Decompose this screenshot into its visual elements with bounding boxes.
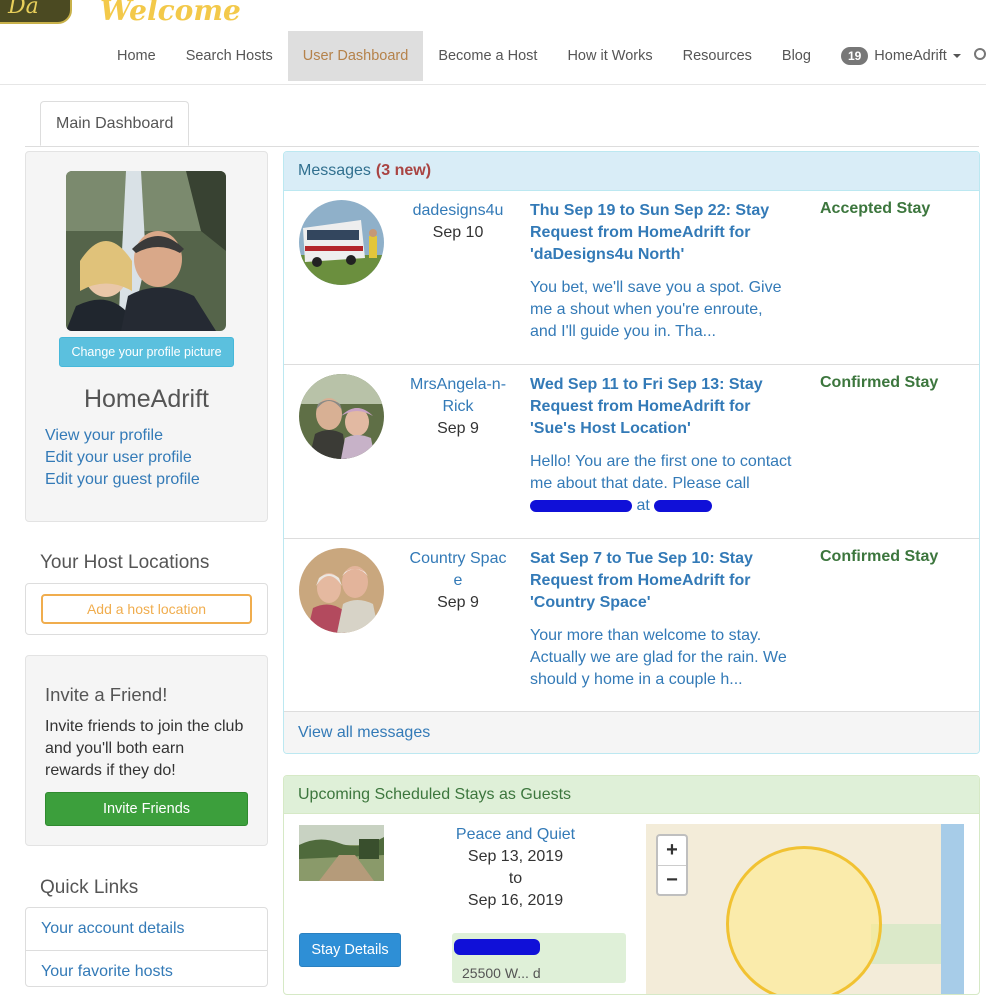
sender-name[interactable]: MrsAngela-n-Rick: [410, 376, 506, 415]
sender-avatar[interactable]: [299, 548, 384, 633]
nav-resources[interactable]: Resources: [668, 31, 767, 81]
invite-card: Invite a Friend! Invite friends to join …: [25, 655, 268, 846]
profile-name: HomeAdrift: [83, 385, 210, 413]
stay-map[interactable]: + −: [646, 824, 964, 994]
sender-name[interactable]: dadesigns4u: [413, 202, 504, 219]
profile-picture: [66, 171, 226, 331]
profile-card: Change your profile picture HomeAdrift V…: [25, 151, 268, 522]
notification-badge: 19: [840, 47, 869, 65]
quick-link-account-details[interactable]: Your account details: [26, 908, 267, 951]
stay-to-word: to: [508, 870, 523, 887]
invite-title: Invite a Friend!: [45, 684, 168, 705]
message-status: Accepted Stay: [820, 200, 931, 217]
messages-panel: Messages (3 new) dadesigns4u Sep 10 Thu …: [283, 151, 980, 754]
site-header: Da Welcome Home Search Hosts User Dashbo…: [0, 0, 986, 85]
change-profile-picture-button[interactable]: Change your profile picture: [59, 337, 234, 367]
new-messages-count: (3 new): [375, 162, 432, 179]
quick-links-panel: Your account details Your favorite hosts: [25, 907, 268, 987]
message-row[interactable]: Country Space Sep 9 Sat Sep 7 to Tue Sep…: [284, 538, 979, 713]
map-zoom-control: + −: [656, 834, 688, 896]
host-locations-title: Your Host Locations: [40, 552, 210, 573]
main-nav: Home Search Hosts User Dashboard Become …: [102, 31, 976, 81]
host-locations-panel: Add a host location: [25, 583, 268, 635]
message-date: Sep 9: [437, 594, 479, 611]
message-preview[interactable]: Hello! You are the first one to contact …: [530, 451, 792, 517]
sender-avatar[interactable]: [299, 200, 384, 285]
sender-avatar[interactable]: [299, 374, 384, 459]
redacted-mark: [530, 499, 632, 512]
redacted-mark: [454, 939, 540, 955]
caret-down-icon: [952, 54, 961, 58]
upcoming-stays-title: Upcoming Scheduled Stays as Guests: [284, 776, 979, 814]
messages-title: Messages: [298, 162, 371, 179]
site-logo[interactable]: Da: [0, 0, 72, 24]
map-water: [941, 824, 964, 994]
message-subject[interactable]: Wed Sep 11 to Fri Sep 13: Stay Request f…: [530, 374, 790, 440]
user-menu-name: HomeAdrift: [874, 48, 947, 64]
message-preview-text: Hello! You are the first one to contact …: [530, 453, 792, 492]
invite-friends-button[interactable]: Invite Friends: [45, 792, 248, 826]
message-status: Confirmed Stay: [820, 548, 939, 565]
zoom-in-button[interactable]: +: [658, 836, 686, 865]
message-preview[interactable]: Your more than welcome to stay. Actually…: [530, 625, 792, 691]
upcoming-stays-panel: Upcoming Scheduled Stays as Guests Peace…: [283, 775, 980, 995]
edit-guest-profile-link[interactable]: Edit your guest profile: [45, 471, 200, 489]
stay-info: Peace and Quiet Sep 13, 2019 to Sep 16, …: [439, 824, 592, 912]
nav-how-it-works[interactable]: How it Works: [552, 31, 667, 81]
tab-main-dashboard[interactable]: Main Dashboard: [40, 101, 190, 146]
edit-user-profile-link[interactable]: Edit your user profile: [45, 449, 192, 467]
message-date: Sep 10: [432, 224, 484, 241]
invite-text: Invite friends to join the club and you'…: [45, 718, 244, 779]
nav-home[interactable]: Home: [102, 31, 171, 81]
stay-end-date: Sep 16, 2019: [467, 892, 564, 909]
message-sender[interactable]: MrsAngela-n-Rick Sep 9: [408, 374, 508, 440]
stay-details-button[interactable]: Stay Details: [299, 933, 401, 967]
user-menu[interactable]: 19 HomeAdrift: [826, 31, 976, 81]
message-status: Confirmed Stay: [820, 374, 939, 391]
dashboard-tabs: Main Dashboard: [25, 101, 979, 147]
message-row[interactable]: MrsAngela-n-Rick Sep 9 Wed Sep 11 to Fri…: [284, 364, 979, 539]
nav-user-dashboard[interactable]: User Dashboard: [287, 31, 424, 81]
message-subject[interactable]: Thu Sep 19 to Sun Sep 22: Stay Request f…: [530, 200, 790, 266]
message-sender[interactable]: dadesigns4u Sep 10: [408, 200, 508, 244]
stay-thumbnail[interactable]: [299, 825, 384, 881]
nav-become-host[interactable]: Become a Host: [423, 31, 552, 81]
message-subject[interactable]: Sat Sep 7 to Tue Sep 10: Stay Request fr…: [530, 548, 790, 614]
message-preview-text-2: at: [636, 497, 650, 514]
quick-links-title: Quick Links: [40, 877, 139, 898]
stay-address-box: 25500 W... d: [452, 933, 626, 983]
stay-host-name[interactable]: Peace and Quiet: [439, 824, 592, 846]
quick-link-favorite-hosts[interactable]: Your favorite hosts: [26, 951, 267, 986]
message-row[interactable]: dadesigns4u Sep 10 Thu Sep 19 to Sun Sep…: [284, 190, 979, 365]
nav-search-hosts[interactable]: Search Hosts: [171, 31, 288, 81]
view-profile-link[interactable]: View your profile: [45, 427, 163, 445]
welcome-title: Welcome: [100, 0, 241, 27]
add-host-location-button[interactable]: Add a host location: [41, 594, 252, 624]
logo-text: Da: [8, 0, 39, 19]
view-all-messages-link[interactable]: View all messages: [284, 711, 979, 753]
message-sender[interactable]: Country Space Sep 9: [408, 548, 508, 614]
redacted-mark: [654, 499, 713, 512]
message-date: Sep 9: [437, 420, 479, 437]
sender-name[interactable]: Country Space: [410, 550, 507, 589]
nav-blog[interactable]: Blog: [767, 31, 826, 81]
search-icon[interactable]: [974, 48, 986, 60]
zoom-out-button[interactable]: −: [658, 865, 686, 895]
stay-address: 25500 W... d: [462, 965, 541, 981]
message-preview[interactable]: You bet, we'll save you a spot. Give me …: [530, 277, 792, 343]
messages-header: Messages (3 new): [284, 152, 979, 191]
stay-start-date: Sep 13, 2019: [467, 848, 564, 865]
